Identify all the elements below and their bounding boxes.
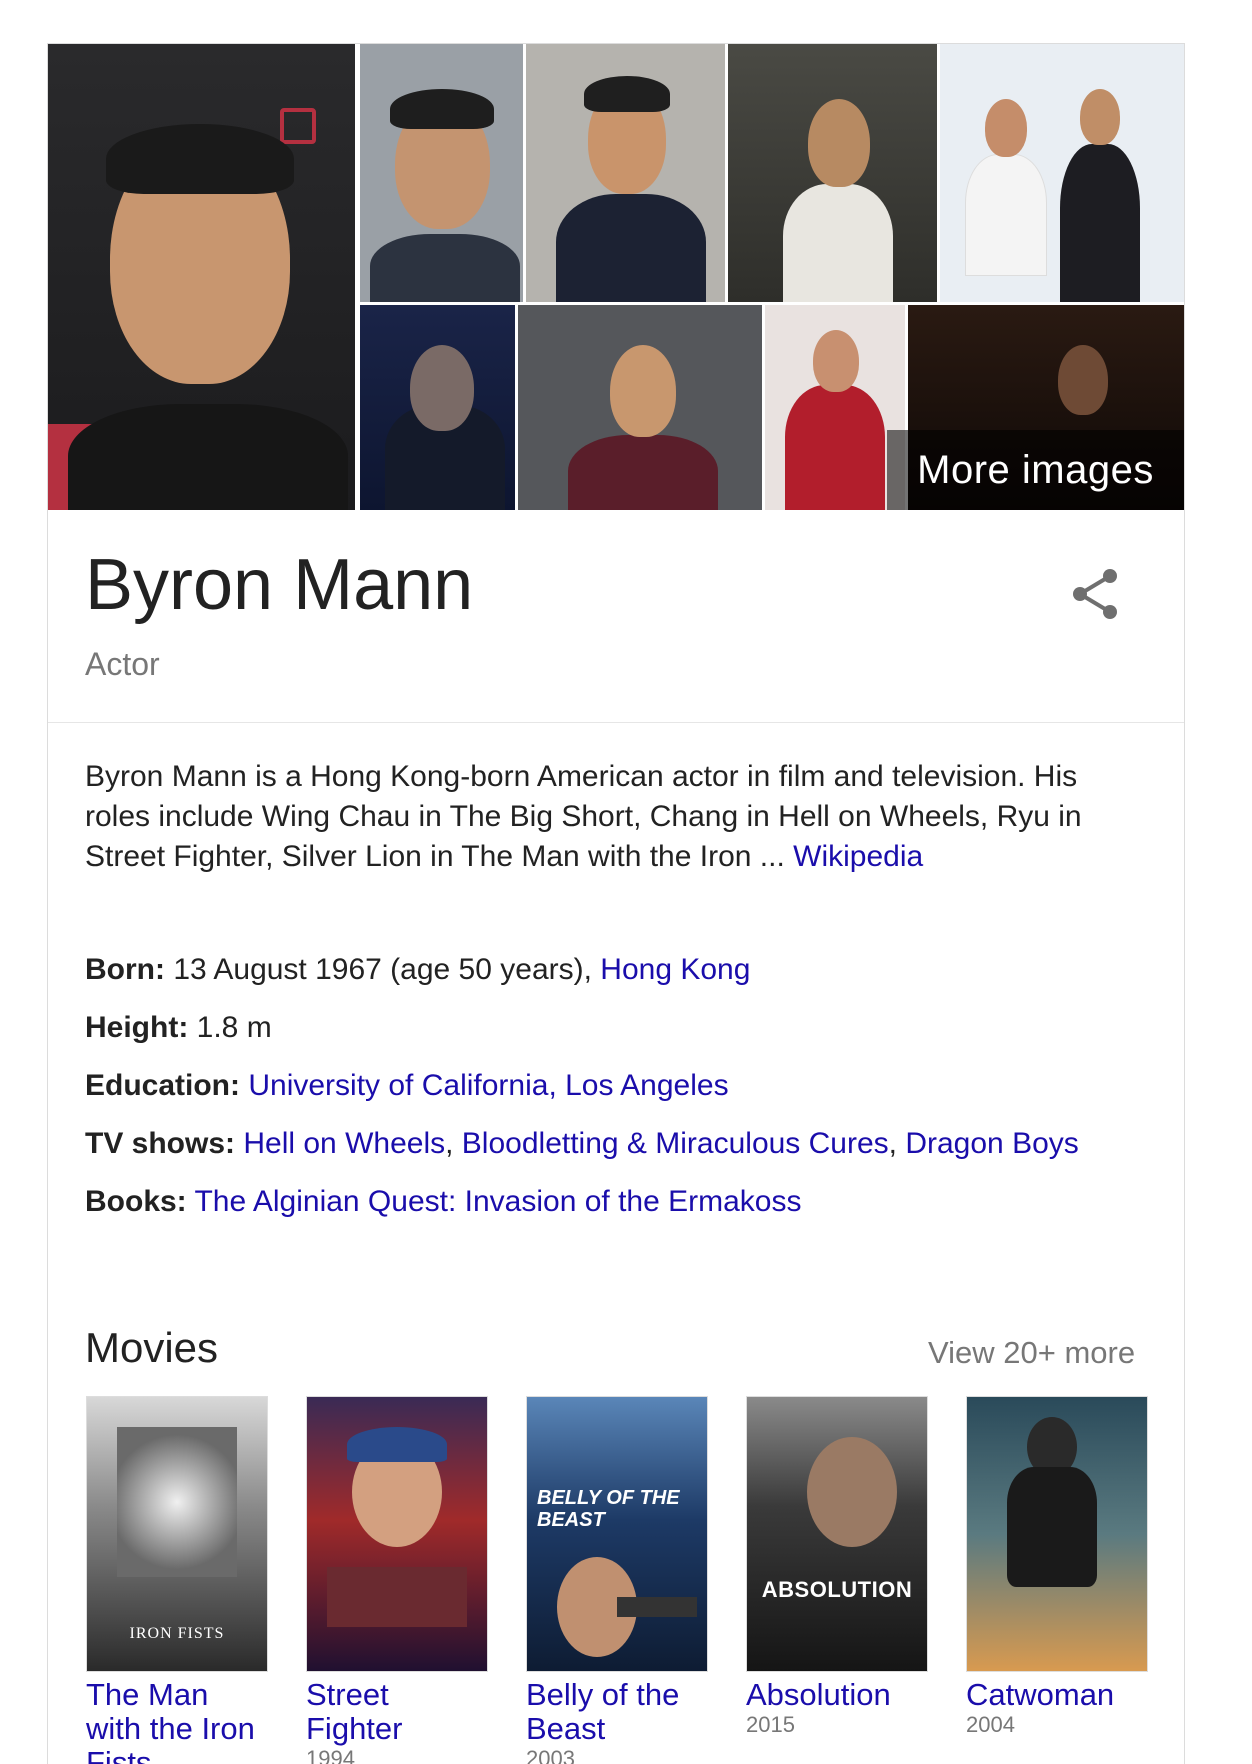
fact-label: Height:	[85, 1011, 189, 1044]
photo-3[interactable]	[526, 44, 725, 302]
view-more-movies-link[interactable]: View 20+ more	[928, 1335, 1135, 1371]
facts-list: Born: 13 August 1967 (age 50 years), Hon…	[85, 950, 1145, 1240]
movie-year: 2004	[966, 1712, 1015, 1737]
fact-born: Born: 13 August 1967 (age 50 years), Hon…	[85, 950, 1145, 990]
movie-poster[interactable]	[306, 1396, 488, 1672]
movie-title[interactable]: The Man with the Iron Fists	[86, 1678, 268, 1764]
tv-show-link[interactable]: Bloodletting & Miraculous Cures	[462, 1127, 889, 1160]
description: Byron Mann is a Hong Kong-born American …	[85, 757, 1145, 877]
movie-card[interactable]: Catwoman 2004	[966, 1396, 1148, 1738]
born-place-link[interactable]: Hong Kong	[600, 953, 750, 986]
movie-title[interactable]: Absolution	[746, 1678, 928, 1712]
fact-label: Books:	[85, 1185, 187, 1218]
movie-card[interactable]: Street Fighter 1994	[306, 1396, 488, 1764]
movie-title[interactable]: Catwoman	[966, 1678, 1148, 1712]
fact-label: Education:	[85, 1069, 240, 1102]
description-text: Byron Mann is a Hong Kong-born American …	[85, 760, 1082, 873]
movie-year: 2015	[746, 1712, 795, 1737]
fact-height: Height: 1.8 m	[85, 1008, 1145, 1048]
fact-label: TV shows:	[85, 1127, 236, 1160]
header-divider	[48, 722, 1184, 723]
photo-7[interactable]	[518, 305, 762, 510]
movie-card[interactable]: ABSOLUTION Absolution 2015	[746, 1396, 928, 1738]
knowledge-panel: More images Byron Mann Actor Byron Mann …	[47, 43, 1185, 1764]
fact-books: Books: The Alginian Quest: Invasion of t…	[85, 1182, 1145, 1222]
share-icon[interactable]	[1070, 566, 1122, 622]
movie-title[interactable]: Street Fighter	[306, 1678, 488, 1746]
book-link[interactable]: The Alginian Quest: Invasion of the Erma…	[194, 1185, 801, 1218]
poster-title: ABSOLUTION	[761, 1577, 913, 1602]
movie-card[interactable]: BELLY OF THE BEAST Belly of the Beast 20…	[526, 1396, 708, 1764]
movie-year: 1994	[306, 1746, 355, 1764]
photo-8[interactable]	[765, 305, 905, 510]
education-link[interactable]: University of California, Los Angeles	[248, 1069, 728, 1102]
movies-section-title: Movies	[85, 1324, 219, 1371]
more-images-button[interactable]: More images	[887, 430, 1184, 510]
entity-subtitle: Actor	[85, 646, 160, 682]
movie-poster[interactable]: BELLY OF THE BEAST	[526, 1396, 708, 1672]
poster-title: IRON FISTS	[129, 1625, 225, 1642]
tv-show-link[interactable]: Dragon Boys	[905, 1127, 1078, 1160]
photo-4[interactable]	[728, 44, 937, 302]
movie-poster[interactable]: ABSOLUTION	[746, 1396, 928, 1672]
fact-value: 1.8 m	[188, 1011, 272, 1044]
fact-tv-shows: TV shows: Hell on Wheels, Bloodletting &…	[85, 1127, 1079, 1160]
photo-2[interactable]	[360, 44, 523, 302]
photo-5[interactable]	[940, 44, 1184, 302]
fact-label: Born:	[85, 953, 165, 986]
wikipedia-link[interactable]: Wikipedia	[793, 840, 923, 873]
fact-value: 13 August 1967 (age 50 years),	[164, 953, 601, 986]
movie-card[interactable]: IRON FISTS The Man with the Iron Fists	[86, 1396, 268, 1764]
image-collage[interactable]: More images	[48, 44, 1184, 510]
fact-education: Education: University of California, Los…	[85, 1066, 1145, 1106]
entity-title: Byron Mann	[85, 545, 474, 625]
movie-title[interactable]: Belly of the Beast	[526, 1678, 708, 1746]
poster-title: BELLY OF THE BEAST	[537, 1487, 680, 1531]
movie-poster[interactable]	[966, 1396, 1148, 1672]
movie-poster[interactable]: IRON FISTS	[86, 1396, 268, 1672]
tv-show-link[interactable]: Hell on Wheels	[243, 1127, 445, 1160]
photo-6[interactable]	[360, 305, 515, 510]
movie-year: 2003	[526, 1746, 575, 1764]
main-photo[interactable]	[48, 44, 355, 510]
